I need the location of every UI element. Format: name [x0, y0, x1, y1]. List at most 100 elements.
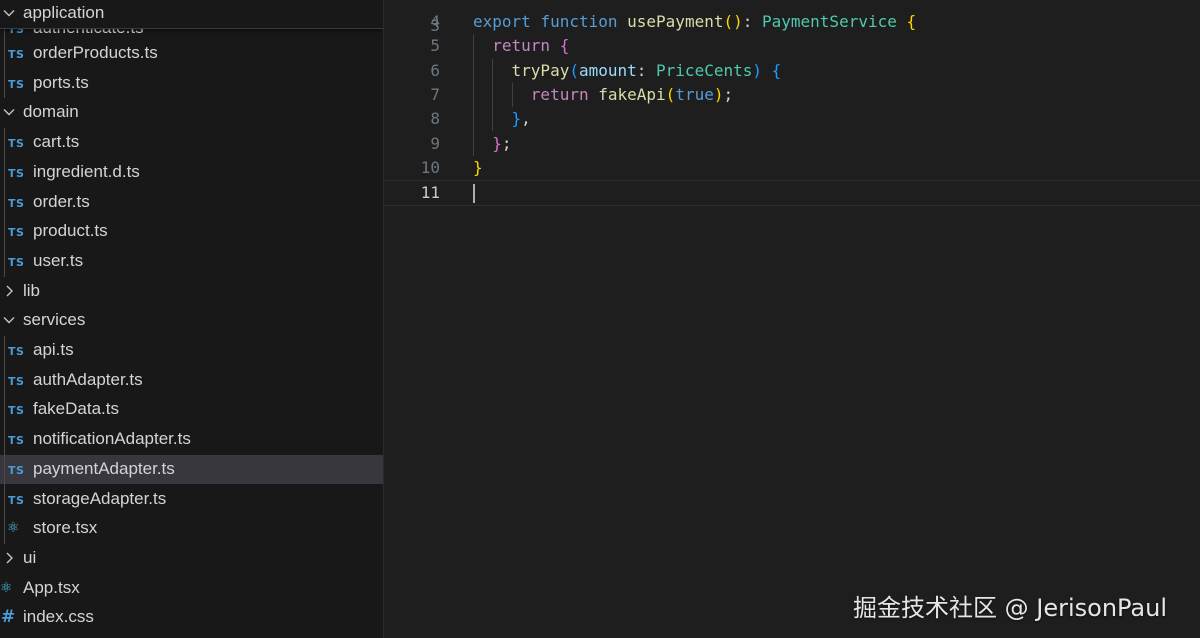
file-item-notificationadapter-ts[interactable]: TS notificationAdapter.ts — [0, 425, 383, 454]
line-number: 11 — [420, 183, 440, 203]
file-item-user-ts[interactable]: TS user.ts — [0, 247, 383, 276]
code-line: 8 }, — [384, 107, 1200, 131]
file-item-authadapter-ts[interactable]: TS authAdapter.ts — [0, 366, 383, 395]
file-label: index.css — [23, 607, 94, 627]
file-item-index-css[interactable]: # index.css — [0, 603, 383, 632]
file-label: authAdapter.ts — [33, 369, 143, 389]
react-file-icon: ⚛ — [0, 579, 14, 596]
folder-label: domain — [23, 102, 79, 122]
code-line: 7 return fakeApi(true); — [384, 83, 1200, 107]
code-token: } — [511, 109, 522, 129]
folder-item-domain[interactable]: domain — [0, 98, 383, 127]
chevron-right-icon — [1, 283, 17, 299]
file-label: order.ts — [33, 191, 90, 211]
code-token: tryPay — [511, 60, 570, 80]
folder-label: services — [23, 310, 86, 330]
file-item-ingredient-d-ts[interactable]: TS ingredient.d.ts — [0, 158, 383, 187]
sticky-folder-header-application[interactable]: application — [0, 0, 383, 29]
file-item-paymentadapter-ts[interactable]: TS paymentAdapter.ts — [0, 454, 383, 484]
line-number: 8 — [430, 109, 440, 129]
indent-guide — [473, 34, 474, 156]
code-token: { — [906, 12, 917, 31]
typescript-file-icon: TS — [8, 137, 25, 151]
file-item-cart-ts[interactable]: TS cart.ts — [0, 128, 383, 157]
code-token: : — [742, 12, 762, 31]
typescript-file-icon: TS — [8, 166, 25, 180]
code-text: return { — [473, 34, 569, 58]
file-item-api-ts[interactable]: TS api.ts — [0, 336, 383, 365]
vscode-window: TS authenticate.ts TSorderProducts.tsTSp… — [0, 0, 1200, 638]
file-item-app-tsx[interactable]: ⚛ App.tsx — [0, 574, 383, 603]
indent-guide — [4, 128, 5, 277]
code-line: 11 — [384, 180, 1200, 207]
file-item-fakedata-ts[interactable]: TS fakeData.ts — [0, 395, 383, 424]
code-token: ; — [723, 84, 734, 104]
folder-item-ui[interactable]: ui — [0, 544, 383, 573]
file-item-orderproducts-ts[interactable]: TS orderProducts.ts — [0, 39, 383, 68]
file-label: store.tsx — [33, 518, 98, 538]
code-token: PaymentService — [762, 12, 897, 31]
chevron-down-icon — [1, 312, 17, 328]
file-label: notificationAdapter.ts — [33, 429, 191, 449]
code-text: }, — [473, 107, 531, 131]
typescript-file-icon: TS — [8, 434, 25, 448]
code-token: ; — [501, 133, 512, 153]
line-number: 7 — [430, 84, 440, 104]
line-number: 5 — [430, 36, 440, 56]
typescript-file-icon: TS — [8, 196, 25, 210]
code-token: amount — [578, 60, 637, 80]
code-token: return — [492, 36, 551, 56]
code-token: ) — [752, 60, 762, 80]
folder-item-lib[interactable]: lib — [0, 277, 383, 306]
text-cursor — [473, 184, 475, 204]
file-label: App.tsx — [23, 577, 80, 597]
watermark: 掘金技术社区 @ JerisonPaul — [853, 594, 1168, 622]
file-item-product-ts[interactable]: TS product.ts — [0, 217, 383, 246]
file-item-ports-ts[interactable]: TS ports.ts — [0, 69, 383, 98]
line-number: 9 — [430, 133, 440, 153]
code-text: tryPay(amount: PriceCents) { — [473, 59, 782, 83]
chevron-down-icon — [1, 5, 17, 21]
file-label: ports.ts — [33, 72, 89, 92]
file-item-storageadapter-ts[interactable]: TS storageAdapter.ts — [0, 485, 383, 514]
code-token: } — [473, 157, 483, 177]
typescript-file-icon: TS — [8, 226, 25, 240]
indent-guide — [492, 58, 494, 132]
code-token: { — [559, 36, 570, 56]
code-text: } — [473, 156, 483, 180]
code-token: fakeApi — [598, 84, 666, 104]
code-token: function — [540, 12, 618, 31]
code-line: 4 export function usePayment(): PaymentSe… — [384, 10, 1200, 34]
react-file-icon: ⚛ — [7, 520, 21, 537]
code-editor[interactable]: 3 4 export function usePayment(): Payment… — [384, 0, 1200, 638]
folder-label: ui — [23, 547, 37, 567]
file-label: cart.ts — [33, 132, 80, 152]
typescript-file-icon: TS — [8, 255, 25, 269]
code-token: true — [675, 84, 714, 104]
chevron-right-icon — [1, 550, 17, 566]
code-token: return — [530, 84, 589, 104]
code-line: 6 tryPay(amount: PriceCents) { — [384, 59, 1200, 83]
folder-item-services[interactable]: services — [0, 306, 383, 335]
file-item-store-tsx[interactable]: ⚛ store.tsx — [0, 514, 383, 543]
code-line: 5 return { — [384, 34, 1200, 58]
code-token: ( — [665, 84, 676, 104]
indent-guide — [4, 28, 5, 99]
code-token: PriceCents — [656, 60, 753, 80]
file-label: ingredient.d.ts — [33, 161, 140, 181]
file-label: storageAdapter.ts — [33, 488, 167, 508]
code-line: 9 }; — [384, 132, 1200, 156]
file-item-order-ts[interactable]: TS order.ts — [0, 188, 383, 217]
code-token: () — [723, 12, 743, 31]
css-file-icon: # — [1, 607, 16, 628]
folder-label: application — [23, 3, 105, 22]
typescript-file-icon: TS — [8, 404, 25, 418]
